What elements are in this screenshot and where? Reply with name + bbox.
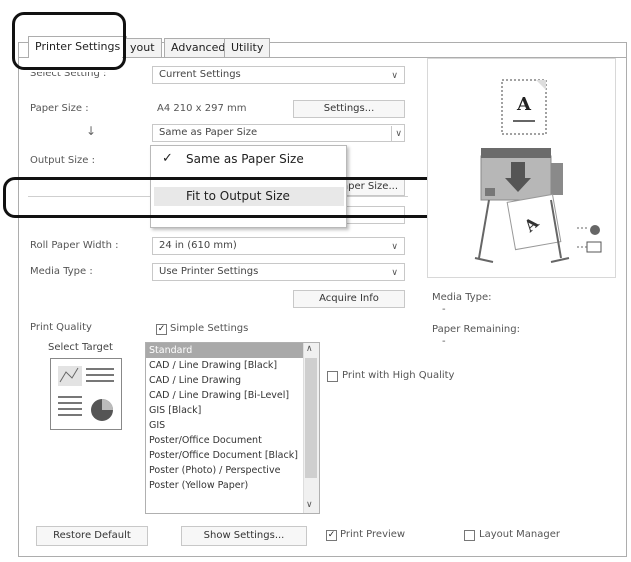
chevron-down-icon: ∨ bbox=[391, 71, 398, 81]
roll-paper-width-combo[interactable]: 24 in (610 mm) ∨ bbox=[152, 237, 405, 255]
list-item[interactable]: Poster/Office Document [Black] bbox=[146, 448, 319, 463]
acquire-info-button[interactable]: Acquire Info bbox=[293, 290, 405, 308]
tab-advanced[interactable]: Advanced bbox=[164, 38, 233, 57]
high-quality-label: Print with High Quality bbox=[342, 370, 455, 381]
chevron-down-icon: ∨ bbox=[391, 126, 402, 141]
select-setting-combo[interactable]: Current Settings ∨ bbox=[152, 66, 405, 84]
select-target-label: Select Target bbox=[48, 342, 113, 353]
restore-default-button[interactable]: Restore Default bbox=[36, 526, 148, 546]
print-preview-label: Print Preview bbox=[340, 529, 406, 540]
tab-layout[interactable]: yout bbox=[123, 38, 162, 57]
paper-size-label: Paper Size : bbox=[30, 103, 89, 114]
layout-manager-label: Layout Manager bbox=[479, 529, 561, 540]
high-quality-checkbox[interactable] bbox=[327, 371, 338, 382]
scroll-down-icon[interactable]: ∨ bbox=[306, 500, 313, 510]
list-item[interactable]: Poster (Photo) / Perspective bbox=[146, 463, 319, 478]
arrow-down-icon: ↓ bbox=[86, 124, 97, 138]
list-item[interactable]: Poster (Yellow Paper) bbox=[146, 478, 319, 493]
list-item[interactable]: CAD / Line Drawing bbox=[146, 373, 319, 388]
dropdown-item-same-as-paper[interactable]: Same as Paper Size bbox=[186, 152, 304, 166]
show-settings-button[interactable]: Show Settings... bbox=[181, 526, 307, 546]
tab-utility[interactable]: Utility bbox=[224, 38, 271, 57]
paper-settings-button[interactable]: Settings... bbox=[293, 100, 405, 118]
output-size-combo[interactable]: Same as Paper Size ∨ bbox=[152, 124, 405, 142]
printer-illustration: A A bbox=[474, 79, 602, 263]
list-item[interactable]: GIS [Black] bbox=[146, 403, 319, 418]
paper-size-value: A4 210 x 297 mm bbox=[157, 103, 247, 114]
list-item[interactable]: Standard bbox=[146, 343, 319, 358]
paper-letter: A bbox=[516, 94, 532, 115]
print-preview-checkbox[interactable]: ✓ bbox=[326, 530, 337, 541]
simple-settings-checkbox[interactable]: ✓ bbox=[156, 324, 167, 335]
list-scrollbar-thumb[interactable] bbox=[305, 358, 317, 478]
scroll-up-icon[interactable]: ∧ bbox=[306, 344, 313, 354]
simple-settings-label: Simple Settings bbox=[170, 323, 249, 334]
media-type-label: Media Type : bbox=[30, 266, 93, 277]
output-size-label: Output Size : bbox=[30, 155, 95, 166]
fit-row-callout-box bbox=[3, 177, 444, 218]
info-media-type-label: Media Type: bbox=[432, 292, 492, 303]
chevron-down-icon: ∨ bbox=[391, 242, 398, 252]
list-item[interactable]: CAD / Line Drawing [Bi-Level] bbox=[146, 388, 319, 403]
roll-paper-width-label: Roll Paper Width : bbox=[30, 240, 119, 251]
chevron-down-icon: ∨ bbox=[391, 268, 398, 278]
print-quality-label: Print Quality bbox=[30, 322, 92, 333]
info-paper-remaining-label: Paper Remaining: bbox=[432, 324, 520, 335]
list-item[interactable]: Poster/Office Document bbox=[146, 433, 319, 448]
list-item[interactable]: CAD / Line Drawing [Black] bbox=[146, 358, 319, 373]
tab-callout-box bbox=[12, 12, 126, 70]
media-type-combo[interactable]: Use Printer Settings ∨ bbox=[152, 263, 405, 281]
target-list[interactable]: Standard CAD / Line Drawing [Black] CAD … bbox=[145, 342, 320, 514]
layout-manager-checkbox[interactable] bbox=[464, 530, 475, 541]
target-thumbnail-icon bbox=[50, 358, 122, 430]
info-paper-remaining-value: - bbox=[442, 336, 446, 347]
list-item[interactable]: GIS bbox=[146, 418, 319, 433]
checkmark-icon: ✓ bbox=[162, 151, 173, 166]
info-media-type-value: - bbox=[442, 304, 446, 315]
